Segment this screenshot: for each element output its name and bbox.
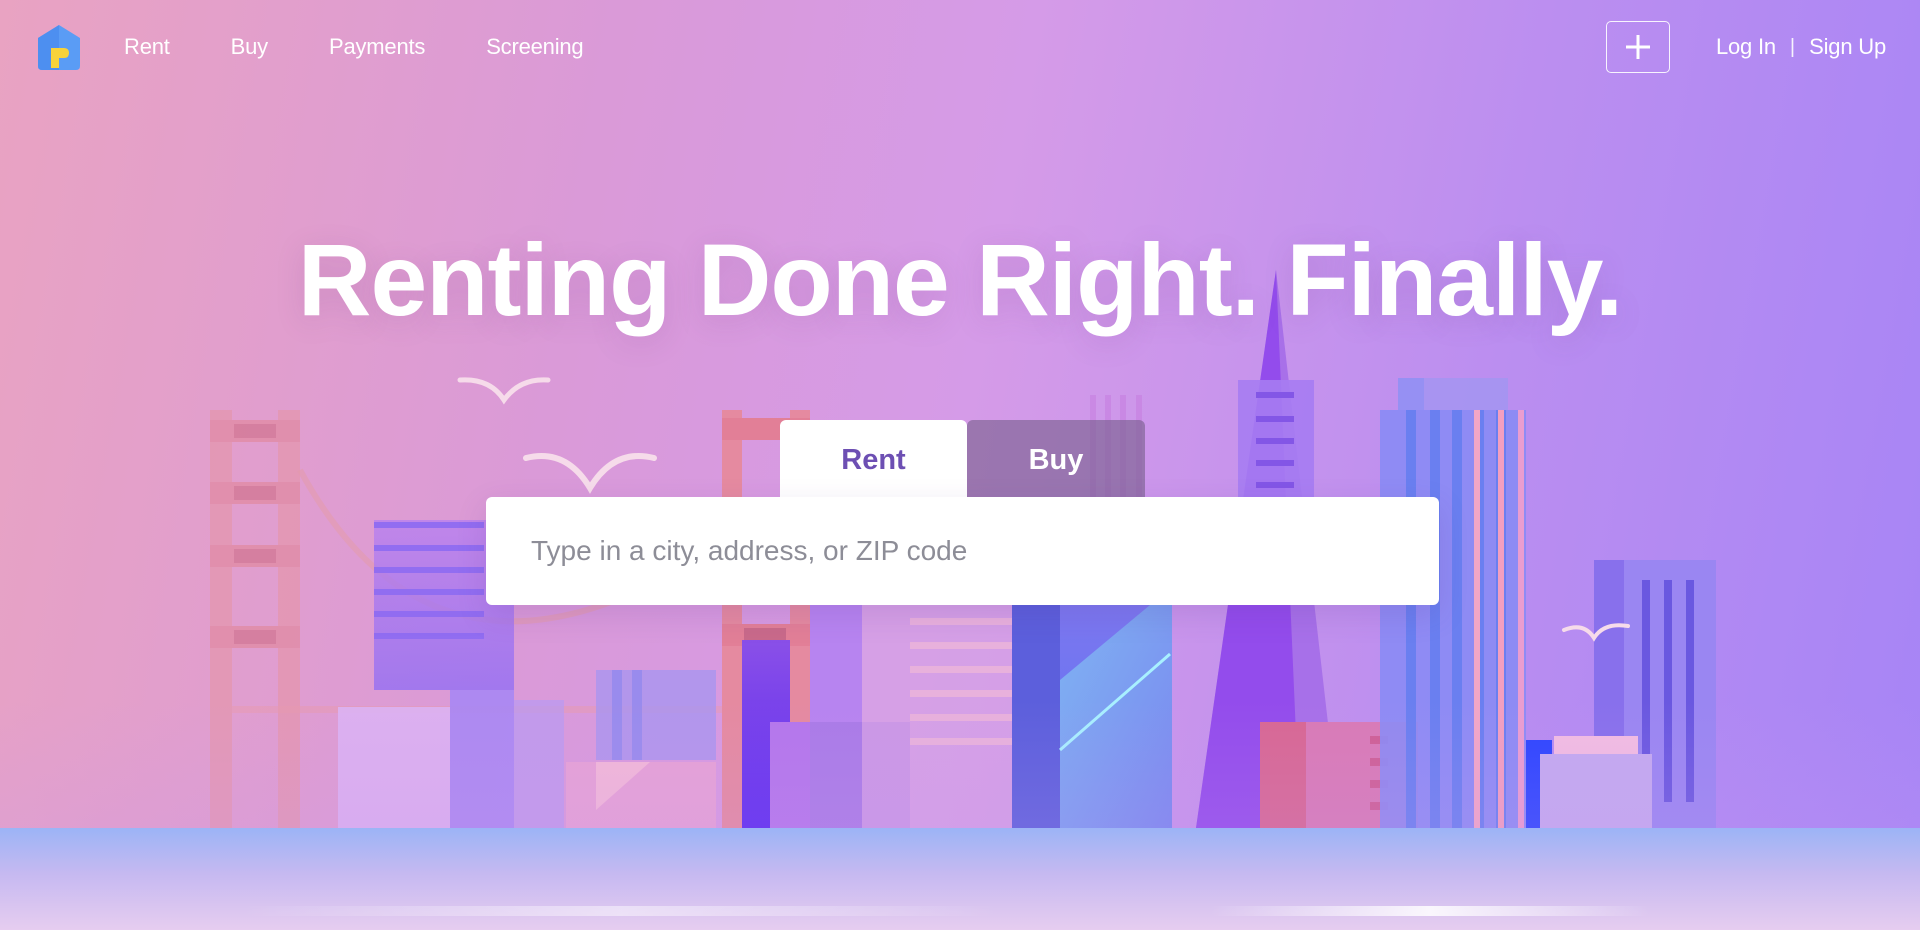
nav-right-group: Log In | Sign Up: [1605, 21, 1886, 73]
plus-icon: [1625, 35, 1650, 59]
hero-title: Renting Done Right. Finally.: [297, 223, 1623, 337]
top-navbar: Rent Buy Payments Screening Log In | Sig…: [0, 0, 1920, 94]
search-box: [486, 497, 1439, 605]
signup-link[interactable]: Sign Up: [1809, 34, 1886, 60]
house-logo-icon[interactable]: [34, 22, 84, 72]
water-shine-right: [1210, 906, 1650, 916]
auth-separator: |: [1789, 35, 1796, 58]
nav-link-screening[interactable]: Screening: [486, 34, 583, 60]
location-search-input[interactable]: [486, 497, 1439, 605]
search-mode-tabs: Rent Buy: [780, 420, 1145, 500]
add-listing-button[interactable]: [1605, 21, 1670, 73]
water-shine-left: [240, 906, 1000, 916]
tab-buy[interactable]: Buy: [967, 420, 1145, 500]
nav-link-rent[interactable]: Rent: [124, 34, 170, 60]
nav-link-payments[interactable]: Payments: [329, 34, 425, 60]
tab-rent[interactable]: Rent: [780, 420, 967, 500]
nav-link-buy[interactable]: Buy: [231, 34, 269, 60]
water-reflection: [0, 828, 1920, 930]
login-link[interactable]: Log In: [1716, 34, 1776, 60]
